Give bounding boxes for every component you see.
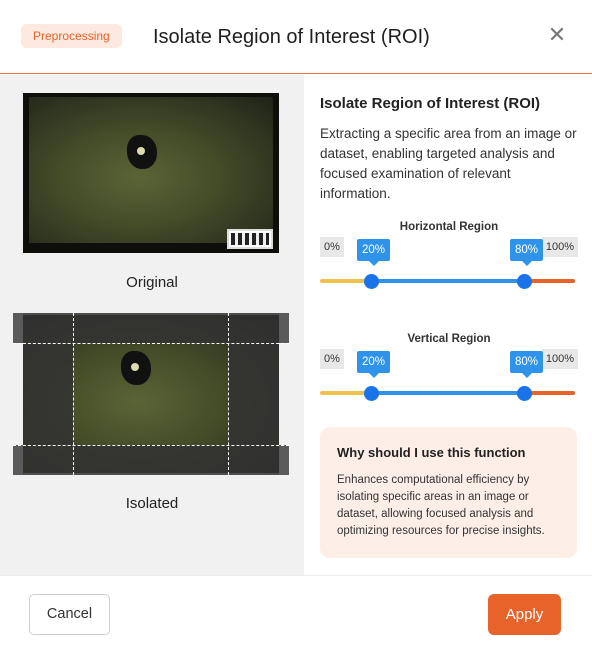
slider-label: Vertical Region: [407, 333, 491, 345]
slider-min-label: 0%: [320, 349, 344, 369]
slider-min-label: 0%: [320, 237, 344, 257]
slider-high-thumb[interactable]: [517, 386, 532, 401]
roi-mask-right: [228, 313, 279, 475]
roi-guide-left: [73, 313, 74, 475]
slider-max-label: 100%: [541, 349, 578, 369]
slider-low-value: 20%: [357, 239, 391, 266]
roi-guide-top: [13, 343, 289, 344]
roi-handle[interactable]: [13, 313, 23, 343]
why-title: Why should I use this function: [337, 445, 526, 460]
cancel-button[interactable]: Cancel: [29, 594, 110, 635]
vertical-region-slider[interactable]: Vertical Region 0% 100% 20% 80%: [320, 333, 578, 423]
slider-track-selected: [371, 391, 524, 395]
preview-panel: Original Isolated: [0, 75, 304, 575]
slider-max-label: 100%: [541, 237, 578, 257]
slider-low-value: 20%: [357, 351, 391, 378]
isolated-caption: Isolated: [125, 495, 179, 512]
settings-panel: Isolate Region of Interest (ROI) Extract…: [304, 75, 592, 575]
calibration-patch: [227, 229, 273, 249]
roi-mask-top: [73, 313, 228, 343]
slider-track-selected: [371, 279, 524, 283]
roi-guide-bottom: [13, 445, 289, 446]
object-blob: [121, 351, 151, 385]
original-caption: Original: [126, 274, 178, 291]
info-description: Extracting a specific area from an image…: [320, 126, 577, 201]
roi-mask-left: [23, 313, 73, 475]
object-blob: [127, 135, 157, 169]
slider-high-value: 80%: [510, 351, 544, 378]
slider-low-thumb[interactable]: [364, 386, 379, 401]
roi-handle[interactable]: [279, 313, 289, 343]
info-title: Isolate Region of Interest (ROI): [320, 95, 541, 112]
roi-mask-bottom: [73, 445, 228, 475]
slider-label: Horizontal Region: [399, 221, 499, 233]
slider-high-thumb[interactable]: [517, 274, 532, 289]
isolated-image: [13, 313, 289, 475]
dialog-title: Isolate Region of Interest (ROI): [153, 26, 430, 48]
why-text: Enhances computational efficiency by iso…: [337, 474, 545, 537]
original-image: [23, 93, 279, 253]
roi-guide-right: [228, 313, 229, 475]
original-image-scene: [29, 97, 273, 243]
slider-high-value: 80%: [510, 239, 544, 266]
slider-low-thumb[interactable]: [364, 274, 379, 289]
close-icon[interactable]: ✕: [544, 22, 570, 48]
roi-handle[interactable]: [13, 445, 23, 475]
dialog-footer: Cancel Apply: [0, 575, 592, 645]
category-badge: Preprocessing: [21, 24, 122, 48]
apply-button[interactable]: Apply: [488, 594, 561, 635]
roi-handle[interactable]: [279, 445, 289, 475]
dialog-header: Preprocessing Isolate Region of Interest…: [0, 0, 592, 74]
horizontal-region-slider[interactable]: Horizontal Region 0% 100% 20% 80%: [320, 221, 578, 311]
why-use-box: Why should I use this function Enhances …: [320, 427, 577, 558]
